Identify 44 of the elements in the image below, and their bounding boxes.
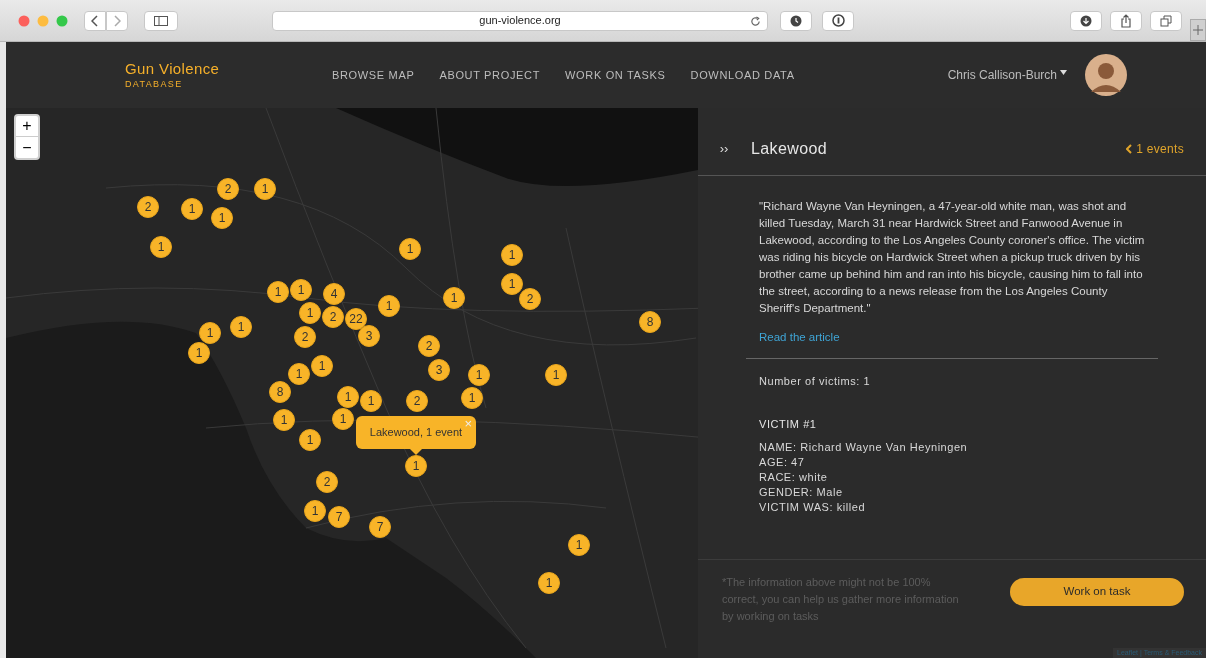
victim-field: GENDER: Male bbox=[759, 485, 1145, 501]
caret-icon[interactable] bbox=[1060, 69, 1067, 75]
collapse-button[interactable]: ›› bbox=[710, 138, 738, 159]
sidebar-button[interactable] bbox=[144, 10, 178, 31]
history-button[interactable] bbox=[780, 10, 812, 31]
reload-icon[interactable] bbox=[750, 15, 761, 27]
zoom-in-button[interactable]: + bbox=[16, 116, 38, 137]
clock-icon bbox=[790, 14, 802, 27]
sidebar-icon bbox=[154, 15, 168, 26]
nav-link[interactable]: ABOUT PROJECT bbox=[439, 66, 541, 84]
zoom-out-button[interactable]: − bbox=[16, 137, 38, 158]
download-button[interactable] bbox=[1070, 10, 1102, 31]
victim-heading: VICTIM #1 bbox=[759, 416, 818, 432]
cluster-marker[interactable]: 1 bbox=[188, 342, 210, 364]
nav-link[interactable]: DOWNLOAD DATA bbox=[690, 66, 795, 84]
chevron-left-icon bbox=[1126, 143, 1133, 154]
victim-field: NAME: Richard Wayne Van Heyningen bbox=[759, 440, 1145, 456]
avatar-icon[interactable] bbox=[1085, 54, 1127, 96]
nav-link[interactable]: BROWSE MAP bbox=[332, 66, 415, 84]
chevron-right-icon bbox=[113, 14, 121, 27]
victim-count: Number of victims: 1 bbox=[759, 374, 872, 390]
work-on-task-button[interactable]: Work on task bbox=[1010, 578, 1184, 606]
info-button[interactable] bbox=[822, 10, 854, 31]
article-link[interactable]: Read the article bbox=[759, 329, 1145, 347]
user-name[interactable]: Chris Callison-Burch bbox=[947, 66, 1057, 84]
address-bar[interactable]: gun-violence.org bbox=[272, 10, 768, 31]
victim-field: VICTIM WAS: killed bbox=[759, 500, 1145, 516]
logo-subtitle: DATABASE bbox=[125, 78, 184, 90]
panel-title: Lakewood bbox=[751, 138, 828, 159]
download-icon bbox=[1080, 14, 1092, 27]
share-icon bbox=[1120, 13, 1132, 28]
info-icon bbox=[831, 14, 845, 27]
popup-text: Lakewood, 1 event bbox=[369, 425, 463, 441]
logo-title[interactable]: Gun Violence bbox=[125, 60, 315, 78]
plus-icon bbox=[1193, 24, 1203, 35]
share-button[interactable] bbox=[1110, 10, 1142, 31]
victim-field: AGE: 47 bbox=[759, 455, 1145, 471]
nav-link[interactable]: WORK ON TASKS bbox=[565, 66, 666, 84]
back-button[interactable] bbox=[84, 10, 106, 31]
event-description: "Richard Wayne Van Heyningen, a 47-year-old white man, was shot and killed Tuesday, March 31 near Hardwick Street and Fanwood Avenue in Lakewood, according to the Los Angeles County coroner's office. The victim was riding his bicycle on Hardwick Street when a pickup truck driven by his brother came up behind him and ran into his bicycle, causing him to fall into the street, according to a news release from the Los Angeles County Sheriff's Department." bbox=[759, 199, 1145, 316]
victim-field: RACE: white bbox=[759, 470, 1145, 486]
events-link[interactable]: 1 events bbox=[1126, 139, 1184, 158]
chevron-left-icon bbox=[91, 14, 99, 27]
tabs-icon bbox=[1160, 14, 1172, 27]
